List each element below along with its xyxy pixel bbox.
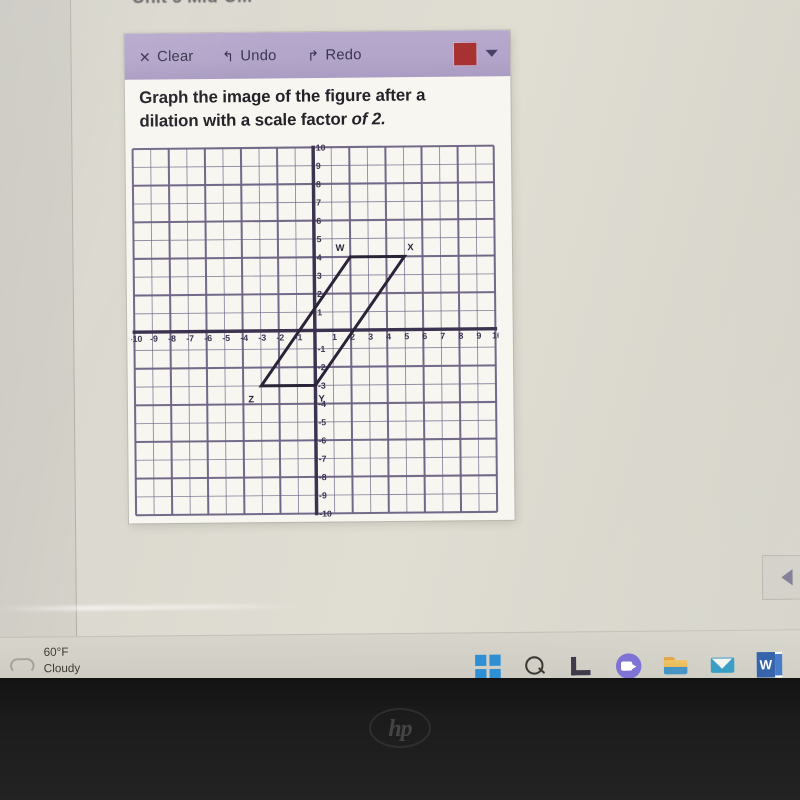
svg-text:4: 4 [386, 331, 391, 341]
svg-text:-2: -2 [276, 332, 284, 342]
question-prompt: Graph the image of the figure after a di… [139, 83, 494, 134]
coordinate-plane-svg[interactable]: -10 -9 -8 -7 -6 -5 -4 -3 -2 -1 1 2 3 4 5 6 7 8 9 10-10-9-8-… [129, 143, 501, 519]
weather-temperature: 60°F [43, 646, 69, 659]
svg-text:-5: -5 [318, 417, 326, 427]
svg-text:6: 6 [422, 331, 427, 341]
teams-icon[interactable] [615, 653, 642, 679]
svg-text:X: X [407, 242, 414, 252]
color-swatch[interactable] [452, 41, 478, 66]
svg-text:-8: -8 [168, 333, 176, 343]
page-left-margin [0, 0, 78, 637]
file-explorer-icon[interactable] [663, 653, 689, 679]
svg-text:10: 10 [316, 143, 326, 153]
svg-text:-3: -3 [258, 333, 266, 343]
undo-button[interactable]: ↰ Undo [222, 47, 277, 64]
worksheet-card: ✕ Clear ↰ Undo ↱ Redo Graph the image of… [124, 30, 515, 524]
svg-text:-10: -10 [319, 509, 332, 519]
svg-text:7: 7 [440, 331, 445, 341]
svg-text:3: 3 [368, 332, 373, 342]
svg-text:W: W [336, 243, 345, 253]
svg-text:Z: Z [248, 394, 254, 404]
laptop-screen: Unit 5 Mid-U... ✕ Clear ↰ Undo ↱ Redo Gr… [0, 0, 800, 693]
undo-arrow-icon: ↰ [221, 47, 235, 65]
chevron-down-icon[interactable] [485, 49, 498, 57]
close-x-icon: ✕ [138, 48, 152, 65]
weather-widget[interactable]: 60°F Cloudy [8, 645, 81, 678]
svg-text:-7: -7 [319, 454, 327, 464]
start-icon[interactable] [475, 654, 501, 681]
prompt-emphasis: of 2. [351, 110, 386, 130]
taskbar-icon-tray [475, 651, 800, 681]
cloud-icon [8, 649, 35, 676]
clear-button-label: Clear [157, 48, 194, 65]
mail-icon[interactable] [710, 652, 736, 678]
svg-text:-4: -4 [240, 333, 248, 343]
weather-text: 60°F Cloudy [44, 645, 81, 678]
svg-text:4: 4 [317, 252, 322, 262]
redo-arrow-icon: ↱ [307, 46, 320, 64]
svg-text:5: 5 [317, 234, 322, 244]
svg-text:1: 1 [332, 332, 337, 342]
prompt-line-2: dilation with a scale factor [139, 110, 352, 132]
redo-button[interactable]: ↱ Redo [307, 46, 362, 63]
chevron-left-icon[interactable] [780, 569, 793, 586]
svg-text:-10: -10 [130, 334, 143, 344]
weather-condition: Cloudy [43, 662, 81, 676]
svg-text:-5: -5 [222, 333, 230, 343]
svg-text:5: 5 [404, 331, 409, 341]
word-icon[interactable] [756, 651, 783, 678]
svg-text:Y: Y [318, 394, 325, 404]
task-view-icon[interactable] [569, 654, 595, 680]
page-heading-cutoff: Unit 5 Mid-U... [132, 0, 252, 8]
search-icon[interactable] [522, 654, 548, 680]
svg-text:10: 10 [492, 330, 500, 340]
redo-button-label: Redo [325, 46, 362, 64]
svg-text:-9: -9 [150, 334, 158, 344]
clear-button[interactable]: ✕ Clear [139, 48, 194, 65]
svg-text:7: 7 [316, 197, 321, 207]
svg-text:-1: -1 [318, 344, 326, 354]
svg-text:3: 3 [317, 271, 322, 281]
panel-collapse-button[interactable] [761, 554, 800, 601]
svg-text:8: 8 [458, 331, 463, 341]
hp-logo: hp [388, 716, 412, 742]
coordinate-graph[interactable]: -10 -9 -8 -7 -6 -5 -4 -3 -2 -1 1 2 3 4 5 6 7 8 9 10 -10 -9 -8-… [129, 143, 501, 519]
undo-button-label: Undo [240, 47, 277, 64]
color-picker[interactable] [452, 41, 498, 66]
svg-text:1: 1 [317, 307, 322, 317]
svg-text:6: 6 [316, 216, 321, 226]
svg-text:-6: -6 [204, 333, 212, 343]
svg-text:-6: -6 [318, 435, 326, 445]
svg-text:9: 9 [476, 331, 481, 341]
svg-text:-9: -9 [319, 490, 327, 500]
drawing-toolbar: ✕ Clear ↰ Undo ↱ Redo [124, 30, 511, 80]
svg-text:-7: -7 [186, 333, 194, 343]
svg-text:8: 8 [316, 179, 321, 189]
svg-text:9: 9 [316, 161, 321, 171]
prompt-line-1: Graph the image of the figure after a [139, 86, 426, 108]
svg-text:-8: -8 [319, 472, 327, 482]
